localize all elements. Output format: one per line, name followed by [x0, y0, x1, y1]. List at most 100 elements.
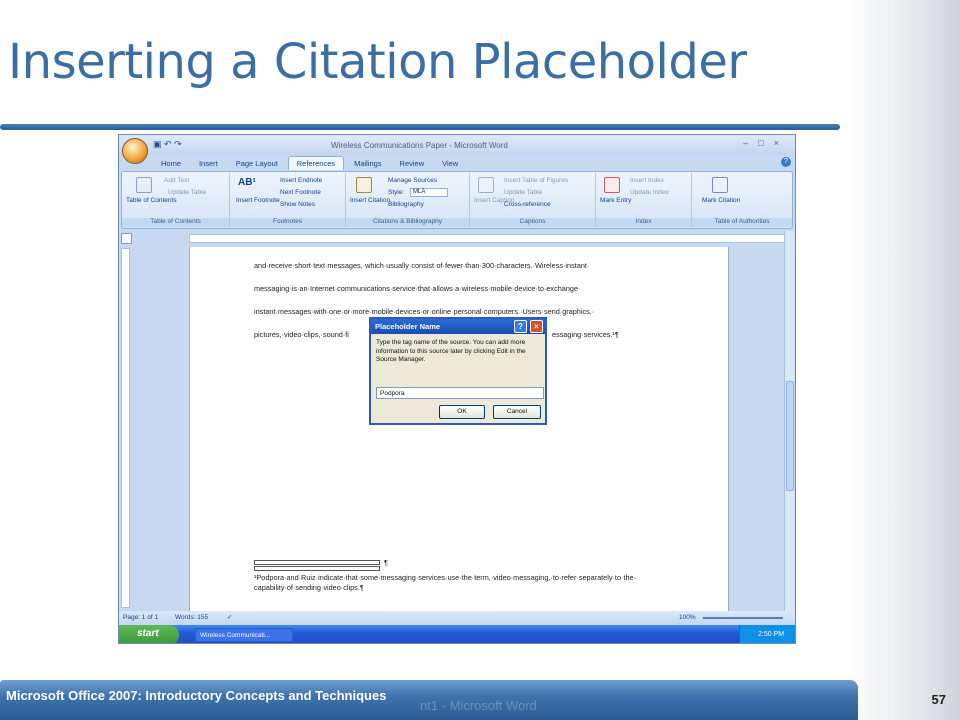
vertical-ruler[interactable] [121, 248, 130, 608]
dialog-title-bar: Placeholder Name ? × [371, 319, 545, 334]
maximize-icon[interactable]: □ [758, 138, 773, 148]
insert-caption-icon [478, 177, 494, 193]
bibliography-button[interactable]: Bibliography [388, 201, 424, 208]
office-button[interactable] [122, 138, 148, 164]
status-bar: Page: 1 of 1 Words: 155 ✓ 100% [119, 611, 795, 625]
insert-endnote-button[interactable]: Insert Endnote [280, 177, 322, 184]
cancel-button[interactable]: Cancel [493, 405, 541, 419]
footnote-paragraph-mark: ¶ [384, 558, 388, 567]
group-label: Table of Authorities [692, 218, 792, 227]
show-notes-button[interactable]: Show Notes [280, 201, 315, 208]
table-of-contents-icon [136, 177, 152, 193]
insert-footnote-button[interactable]: Insert Footnote [236, 197, 280, 204]
group-citations-bibliography: Insert Citation Manage Sources Style: ML… [346, 173, 470, 227]
quick-access-toolbar[interactable]: ▣ ↶ ↷ [153, 139, 182, 150]
update-table-captions-button[interactable]: Update Table [504, 189, 542, 196]
dialog-message: Type the tag name of the source. You can… [376, 339, 526, 363]
close-icon[interactable]: × [530, 320, 543, 333]
window-controls[interactable]: –□× [743, 138, 789, 148]
ribbon-tabs: Home Insert Page Layout References Maili… [153, 156, 466, 171]
manage-sources-button[interactable]: Manage Sources [388, 177, 437, 184]
ok-button[interactable]: OK [439, 405, 485, 419]
document-line: and·receive·short·text·messages,·which·u… [254, 261, 590, 270]
table-of-contents-button[interactable]: Table of Contents [126, 197, 177, 204]
footnote-ab-icon: AB¹ [238, 177, 256, 188]
cross-reference-button[interactable]: Cross-reference [504, 201, 551, 208]
redo-icon[interactable]: ↷ [174, 139, 182, 149]
group-label: Table of Contents [122, 218, 229, 227]
proofing-icon[interactable]: ✓ [227, 613, 232, 621]
footnote-separator [254, 560, 380, 565]
footnote-line: ¹Podpora·and·Ruiz·indicate·that·some·mes… [254, 573, 637, 582]
ribbon: Table of Contents Add Text Update Table … [121, 171, 793, 229]
zoom-slider[interactable] [703, 617, 783, 619]
help-icon[interactable]: ? [514, 320, 527, 333]
slide-page-number: 57 [931, 692, 946, 707]
style-label: Style: [388, 189, 405, 196]
slide-title: Inserting a Citation Placeholder [8, 34, 747, 90]
tab-review[interactable]: Review [392, 157, 433, 170]
footnote-line: capability·of·sending·video·clips.¶ [254, 583, 364, 592]
tab-page-layout[interactable]: Page Layout [228, 157, 286, 170]
group-index: Mark Entry Insert Index Update Index Ind… [596, 173, 692, 227]
zoom-level[interactable]: 100% [679, 614, 696, 621]
help-icon[interactable]: ? [781, 157, 791, 167]
placeholder-name-dialog: Placeholder Name ? × Type the tag name o… [369, 317, 547, 425]
vertical-scrollbar[interactable] [784, 231, 794, 611]
close-icon[interactable]: × [774, 138, 789, 148]
footer-ghost-text: nt1 - Microsoft Word [420, 698, 537, 713]
group-label: Captions [470, 218, 595, 227]
word-count[interactable]: Words: 155 [175, 614, 208, 621]
title-divider [0, 124, 840, 130]
footer-text: Microsoft Office 2007: Introductory Conc… [6, 688, 387, 703]
update-index-button[interactable]: Update Index [630, 189, 669, 196]
mark-entry-button[interactable]: Mark Entry [600, 197, 631, 204]
scroll-thumb[interactable] [786, 381, 794, 491]
undo-icon[interactable]: ↶ [164, 139, 172, 149]
clock: 2:50 PM [758, 631, 785, 638]
placeholder-name-input[interactable]: Podpora [376, 387, 544, 399]
tab-home[interactable]: Home [153, 157, 189, 170]
dialog-title: Placeholder Name [375, 322, 441, 331]
group-label: Index [596, 218, 691, 227]
start-button[interactable]: start [119, 625, 179, 643]
tab-view[interactable]: View [434, 157, 466, 170]
title-bar: ▣ ↶ ↷ Wireless Communications Paper - Mi… [119, 135, 795, 155]
insert-table-of-figures-button[interactable]: Insert Table of Figures [504, 177, 568, 184]
taskbar-item-word[interactable]: Wireless Communicati... [195, 628, 293, 642]
group-table-of-authorities: Mark Citation Table of Authorities [692, 173, 792, 227]
page-count[interactable]: Page: 1 of 1 [123, 614, 158, 621]
word-window: ▣ ↶ ↷ Wireless Communications Paper - Mi… [118, 134, 796, 644]
group-table-of-contents: Table of Contents Add Text Update Table … [122, 173, 230, 227]
tab-references[interactable]: References [287, 156, 345, 170]
add-text-button[interactable]: Add Text [164, 177, 189, 184]
tab-insert[interactable]: Insert [191, 157, 226, 170]
footer-bar: nt1 - Microsoft Word Microsoft Office 20… [0, 680, 858, 720]
footnote-separator [254, 566, 380, 571]
style-dropdown[interactable]: MLA [410, 188, 448, 197]
horizontal-ruler[interactable] [189, 234, 789, 243]
insert-citation-icon [356, 177, 372, 193]
tab-mailings[interactable]: Mailings [346, 157, 390, 170]
document-line: pictures,·video·clips,·sound·fi [254, 330, 349, 339]
document-line: essaging·services.¹¶ [552, 330, 619, 339]
tab-selector[interactable] [121, 233, 132, 244]
insert-citation-button[interactable]: Insert Citation [350, 197, 390, 204]
mark-citation-button[interactable]: Mark Citation [702, 197, 740, 204]
mark-entry-icon [604, 177, 620, 193]
minimize-icon[interactable]: – [743, 138, 758, 148]
document-page[interactable]: and·receive·short·text·messages,·which·u… [189, 247, 729, 612]
group-footnotes: AB¹ Insert Footnote Insert Endnote Next … [230, 173, 346, 227]
group-label: Citations & Bibliography [346, 218, 469, 227]
group-captions: Insert Caption Insert Table of Figures U… [470, 173, 596, 227]
window-title: Wireless Communications Paper - Microsof… [331, 141, 508, 150]
mark-citation-icon [712, 177, 728, 193]
group-label: Footnotes [230, 218, 345, 227]
document-line: instant·messages·with·one·or·more·mobile… [254, 307, 595, 316]
update-table-button[interactable]: Update Table [168, 189, 206, 196]
insert-index-button[interactable]: Insert Index [630, 177, 664, 184]
system-tray: 2:50 PM [739, 625, 795, 643]
save-icon[interactable]: ▣ [153, 139, 162, 149]
taskbar: start Wireless Communicati... 2:50 PM [119, 625, 795, 643]
next-footnote-button[interactable]: Next Footnote [280, 189, 321, 196]
